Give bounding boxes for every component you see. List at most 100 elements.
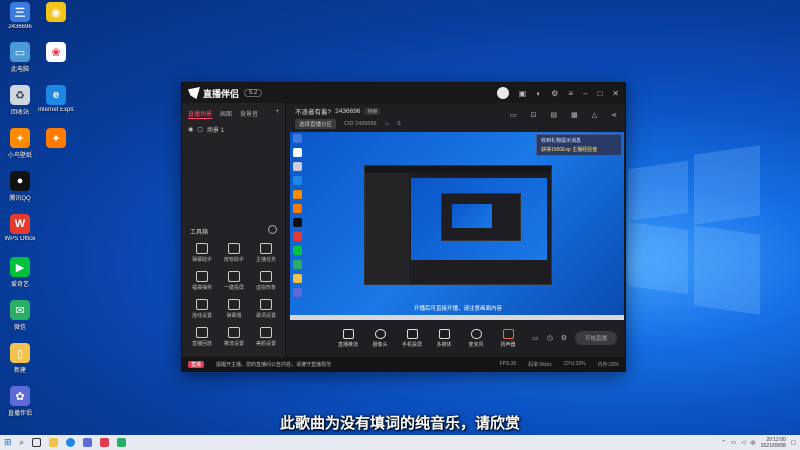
monitor-icon bbox=[342, 328, 354, 339]
user-icon bbox=[228, 243, 240, 254]
scene-item[interactable]: ◉ ▢ 场景 1 bbox=[182, 121, 285, 138]
tool-link[interactable]: 连线设置 bbox=[186, 299, 218, 319]
desktop-icon-wechat[interactable]: ✉ 微信 bbox=[2, 300, 38, 338]
desktop-icon-recycle-bin[interactable]: ♻ 回收站 bbox=[2, 85, 38, 123]
task-icon bbox=[260, 243, 272, 254]
tab-bg-audio[interactable]: 背景音 bbox=[240, 109, 258, 119]
speaker-button[interactable]: 扬声器 bbox=[497, 328, 519, 348]
like-icon: ♨ bbox=[384, 121, 390, 127]
desktop-icon-wallpaper[interactable]: ✦ 小鸟壁纸 bbox=[2, 128, 38, 166]
tool-lucky-bag[interactable]: 福袋抽奖 bbox=[186, 271, 218, 291]
video-subtitle: 此歌曲为没有填词的纯音乐，请欣赏 bbox=[279, 415, 520, 432]
desktop-icon-account[interactable]: 三 2436696 bbox=[2, 2, 38, 40]
settings-icon[interactable]: ⚙ bbox=[551, 89, 558, 98]
edge-icon[interactable] bbox=[66, 438, 76, 447]
toolbox-title: 工具箱 bbox=[190, 230, 209, 236]
phone-cast-button[interactable]: 手机投屏 bbox=[401, 328, 423, 348]
replay-icon bbox=[196, 327, 208, 338]
avatar[interactable] bbox=[496, 87, 509, 99]
bell-icon[interactable]: △ bbox=[592, 111, 597, 119]
chevron-up-icon[interactable]: ⌃ bbox=[721, 440, 726, 446]
room-title[interactable]: 不浪者有着? bbox=[295, 106, 331, 116]
microphone-button[interactable]: 麦克风 bbox=[465, 328, 487, 348]
document-icon[interactable]: ▤ bbox=[550, 111, 557, 119]
control-right: ▭ ◷ ⚙ 开始直播 bbox=[532, 331, 617, 345]
tool-danmu-wall[interactable]: 弹幕墙 bbox=[218, 299, 250, 319]
windows-start-icon[interactable]: ⊞ bbox=[4, 437, 12, 448]
desktop-icon-wps[interactable]: W WPS Office bbox=[2, 214, 38, 252]
live-tag: 直播 bbox=[188, 360, 205, 368]
search-icon[interactable]: ⌕ bbox=[20, 438, 24, 448]
nested-preview-window bbox=[364, 165, 552, 285]
menu-icon[interactable]: ≡ bbox=[568, 89, 573, 98]
play-icon bbox=[438, 328, 450, 339]
category-selector[interactable]: 选择直播分区 bbox=[295, 119, 337, 129]
notification-icon[interactable]: ▢ bbox=[791, 440, 796, 446]
stream-preview[interactable]: 收到礼物提示消息 获得1000Exp 主播经验值 开播后可直接开播，请注意画面内… bbox=[290, 132, 624, 320]
desktop-icon-qq[interactable]: ● 腾讯QQ bbox=[2, 171, 38, 209]
skin-icon[interactable]: ◐ bbox=[536, 89, 541, 98]
photos-icon: ❀ bbox=[46, 42, 66, 62]
app-logo: 直播伴侣 bbox=[188, 87, 239, 100]
wechat-task-icon[interactable] bbox=[117, 438, 127, 447]
desktop-icon-wallpaper-2[interactable]: ✦ bbox=[38, 128, 74, 166]
status-mem: 内存:33% bbox=[597, 361, 619, 368]
task-view-icon[interactable] bbox=[32, 438, 42, 447]
record-icon[interactable]: ▭ bbox=[532, 334, 539, 342]
live-app-icon: ✿ bbox=[10, 386, 30, 406]
window-controls: ▣ ◐ ⚙ ≡ – □ ✕ bbox=[496, 87, 619, 99]
wallpaper-icon: ✦ bbox=[46, 128, 66, 148]
share-icon[interactable]: ⋖ bbox=[611, 111, 617, 119]
minimize-icon[interactable]: – bbox=[583, 89, 587, 98]
tool-replay[interactable]: 直播回放 bbox=[186, 327, 218, 347]
tool-avatar[interactable]: 虚拟形象 bbox=[250, 271, 282, 291]
volume-icon[interactable]: ◁ bbox=[741, 440, 745, 446]
tool-beauty[interactable]: 美颜设置 bbox=[250, 327, 282, 347]
multimedia-button[interactable]: 多媒体 bbox=[433, 328, 455, 348]
settings-icon[interactable]: ⚙ bbox=[561, 334, 567, 342]
desktop-icon-browser[interactable]: ◉ bbox=[38, 2, 74, 40]
desktop-icon-computer[interactable]: ▭ 此电脑 bbox=[2, 42, 38, 80]
timer-icon[interactable]: ◷ bbox=[547, 334, 553, 342]
chat-icon: ✉ bbox=[10, 300, 30, 320]
browser-icon: ◉ bbox=[46, 2, 66, 22]
app-task-icon[interactable] bbox=[100, 438, 110, 447]
live-companion-task-icon[interactable] bbox=[83, 438, 93, 447]
desktop-icon-folder[interactable]: ▯ 新建 bbox=[2, 343, 38, 381]
maximize-icon[interactable]: □ bbox=[597, 89, 602, 98]
bag-icon bbox=[196, 271, 208, 282]
camera-button[interactable]: 摄像头 bbox=[369, 328, 391, 348]
preview-caption: 开播后可直接开播，请注意画面内容 bbox=[414, 306, 503, 312]
clock[interactable]: 20:12:00 2021/09/08 bbox=[761, 437, 786, 449]
add-scene-icon[interactable]: + bbox=[275, 109, 279, 119]
tool-danmu[interactable]: 弹幕助手 bbox=[186, 243, 218, 263]
like-count: 0 bbox=[397, 121, 401, 127]
desktop-icon-ie[interactable]: eInternet Explorer bbox=[38, 85, 74, 123]
explorer-icon[interactable] bbox=[49, 438, 59, 447]
close-icon[interactable]: ✕ bbox=[612, 89, 619, 98]
room-info-bar: 不浪者有着? 2436696 待审 选择直播分区 CID 2436696 ♨ 0… bbox=[287, 103, 625, 129]
tv-icon[interactable]: ▭ bbox=[510, 111, 517, 119]
lock-icon[interactable]: ▢ bbox=[197, 126, 203, 133]
start-live-button[interactable]: 开始直播 bbox=[574, 331, 617, 345]
tool-cast[interactable]: 一键投屏 bbox=[218, 271, 250, 291]
tool-tasks[interactable]: 主播任务 bbox=[250, 243, 282, 263]
desktop-icon-iqiyi[interactable]: ▶ 爱奇艺 bbox=[2, 257, 38, 295]
network-icon[interactable]: ▭ bbox=[731, 440, 736, 446]
push-stream-button[interactable]: 直播推流 bbox=[337, 328, 359, 348]
phone-icon bbox=[406, 328, 418, 339]
desktop-icon-photos[interactable]: ❀ bbox=[38, 42, 74, 80]
tool-room-admin[interactable]: 房管助手 bbox=[218, 243, 250, 263]
tab-live-scene[interactable]: 直播场景 bbox=[188, 109, 213, 119]
message-icon[interactable]: ▣ bbox=[519, 89, 527, 98]
lock-icon[interactable]: ⊡ bbox=[531, 111, 537, 119]
lyrics-icon bbox=[260, 299, 272, 310]
room-status-badge: 待审 bbox=[364, 107, 381, 115]
tab-picture[interactable]: 画面 bbox=[220, 109, 232, 119]
ime-indicator[interactable]: 中 bbox=[750, 439, 756, 447]
tool-lyrics[interactable]: 歌词设置 bbox=[250, 299, 282, 319]
layout-icon[interactable]: ▦ bbox=[571, 111, 578, 119]
tool-stream-settings[interactable]: 推流设置 bbox=[218, 327, 250, 347]
toolbox-toggle[interactable] bbox=[268, 225, 277, 234]
eye-icon[interactable]: ◉ bbox=[188, 126, 193, 133]
